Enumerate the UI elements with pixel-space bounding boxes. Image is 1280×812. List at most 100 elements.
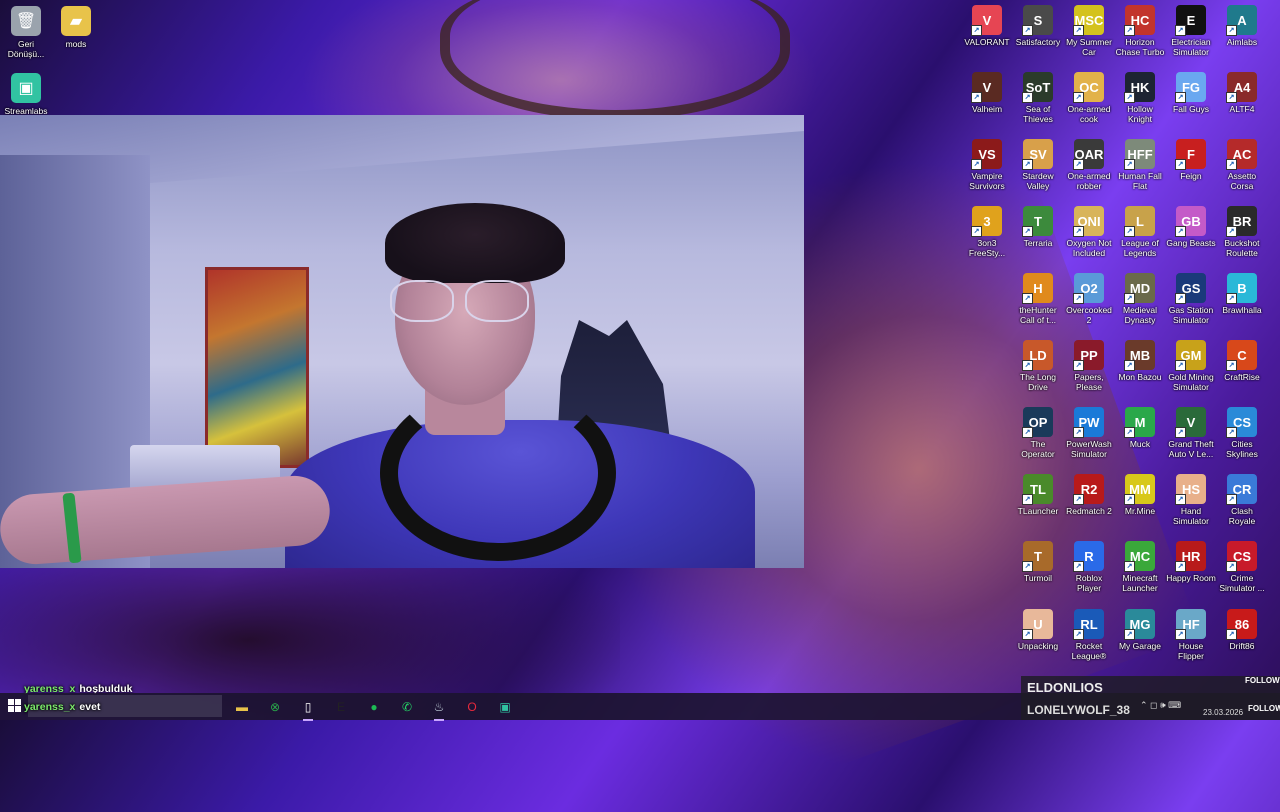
desktop-shortcut[interactable]: V ↗ VALORANT	[962, 5, 1012, 47]
desktop-shortcut-label: Gang Beasts	[1166, 238, 1216, 248]
redmatch-icon: R2 ↗	[1073, 474, 1104, 505]
desktop-shortcut[interactable]: GB ↗ Gang Beasts	[1166, 206, 1216, 248]
desktop-shortcut-label: Electrician Simulator	[1171, 37, 1211, 57]
shortcut-arrow-icon: ↗	[1124, 494, 1135, 505]
desktop-shortcut[interactable]: MC ↗ Minecraft Launcher	[1115, 541, 1165, 593]
desktop-shortcut-label: Cities Skylines	[1226, 439, 1258, 459]
desktop-shortcut[interactable]: CS ↗ Cities Skylines	[1217, 407, 1267, 459]
desktop-shortcut[interactable]: OC ↗ One-armed cook	[1064, 72, 1114, 124]
drift86-icon: 86 ↗	[1226, 609, 1257, 640]
desktop-shortcut[interactable]: V ↗ Valheim	[962, 72, 1012, 114]
desktop-shortcut[interactable]: GS ↗ Gas Station Simulator	[1166, 273, 1216, 325]
cities-skylines-icon: CS ↗	[1226, 407, 1257, 438]
desktop-shortcut-label: League of Legends	[1121, 238, 1159, 258]
streamlabs-taskbar-icon[interactable]: ▣	[494, 696, 516, 718]
system-tray[interactable]: ⌃ ◻ 🕪 ⌨	[1140, 700, 1181, 711]
desktop-shortcut[interactable]: OP ↗ The Operator	[1013, 407, 1063, 459]
desktop-shortcut[interactable]: HC ↗ Horizon Chase Turbo	[1115, 5, 1165, 57]
desktop-shortcut[interactable]: L ↗ League of Legends	[1115, 206, 1165, 258]
desktop-shortcut[interactable]: R2 ↗ Redmatch 2	[1064, 474, 1114, 516]
tlauncher-icon: TL ↗	[1022, 474, 1053, 505]
chat-message: yarenss_x evet	[24, 701, 100, 713]
xbox-icon[interactable]: ⊗	[264, 696, 286, 718]
spotify-icon[interactable]: ●	[363, 696, 385, 718]
steam-icon[interactable]: ♨	[428, 696, 450, 721]
desktop-shortcut[interactable]: LD ↗ The Long Drive	[1013, 340, 1063, 392]
desktop-shortcut[interactable]: MG ↗ My Garage	[1115, 609, 1165, 651]
desktop-shortcut[interactable]: SV ↗ Stardew Valley	[1013, 139, 1063, 191]
desktop-shortcut[interactable]: HR ↗ Happy Room	[1166, 541, 1216, 583]
opera-gx-icon[interactable]: O	[461, 696, 483, 718]
desktop-shortcut[interactable]: TL ↗ TLauncher	[1013, 474, 1063, 516]
shortcut-arrow-icon: ↗	[1022, 226, 1033, 237]
shortcut-arrow-icon: ↗	[1022, 561, 1033, 572]
desktop-shortcut[interactable]: CS ↗ Crime Simulator ...	[1217, 541, 1267, 593]
desktop-shortcut[interactable]: 3 ↗ 3on3 FreeSty...	[962, 206, 1012, 258]
desktop-shortcut[interactable]: V ↗ Grand Theft Auto V Le...	[1166, 407, 1216, 459]
desktop-shortcut[interactable]: MB ↗ Mon Bazou	[1115, 340, 1165, 382]
gta-v-icon: V ↗	[1175, 407, 1206, 438]
file-explorer-icon[interactable]: ▬	[231, 696, 253, 718]
desktop-shortcut[interactable]: E ↗ Electrician Simulator	[1166, 5, 1216, 57]
desktop-shortcut[interactable]: S ↗ Satisfactory	[1013, 5, 1063, 47]
shortcut-arrow-icon: ↗	[1022, 629, 1033, 640]
desktop-shortcut[interactable]: B ↗ Brawlhalla	[1217, 273, 1267, 315]
desktop-shortcut[interactable]: AC ↗ Assetto Corsa	[1217, 139, 1267, 191]
desktop-shortcut[interactable]: PP ↗ Papers, Please	[1064, 340, 1114, 392]
desktop-shortcut[interactable]: T ↗ Terraria	[1013, 206, 1063, 248]
desktop-shortcut[interactable]: MM ↗ Mr.Mine	[1115, 474, 1165, 516]
desktop-shortcut-label: Clash Royale	[1228, 506, 1256, 526]
desktop-shortcut-label: Mon Bazou	[1118, 372, 1162, 382]
desktop-shortcut[interactable]: C ↗ CraftRise	[1217, 340, 1267, 382]
desktop-shortcut[interactable]: PW ↗ PowerWash Simulator	[1064, 407, 1114, 459]
mon-bazou-icon: MB ↗	[1124, 340, 1155, 371]
desktop-icon-streamlabs[interactable]: ▣ Streamlabs	[0, 73, 52, 116]
shortcut-arrow-icon: ↗	[1226, 494, 1237, 505]
desktop-icon-mods[interactable]: ▰ mods	[50, 6, 102, 49]
desktop-shortcut-label: Horizon Chase Turbo	[1115, 37, 1165, 57]
vampire-survivors-icon: VS ↗	[971, 139, 1002, 170]
desktop-shortcut[interactable]: MD ↗ Medieval Dynasty	[1115, 273, 1165, 325]
desktop-shortcut[interactable]: HFF ↗ Human Fall Flat	[1115, 139, 1165, 191]
overcooked-icon: O2 ↗	[1073, 273, 1104, 304]
windows-start-icon[interactable]	[8, 699, 22, 713]
shortcut-arrow-icon: ↗	[1175, 226, 1186, 237]
desktop-shortcut[interactable]: T ↗ Turmoil	[1013, 541, 1063, 583]
desktop-shortcut[interactable]: ONI ↗ Oxygen Not Included	[1064, 206, 1114, 258]
epic-games-icon[interactable]: E	[330, 696, 352, 718]
desktop-shortcut[interactable]: H ↗ theHunter Call of t...	[1013, 273, 1063, 325]
desktop-shortcut[interactable]: SoT ↗ Sea of Thieves	[1013, 72, 1063, 124]
gas-station-icon: GS ↗	[1175, 273, 1206, 304]
whatsapp-icon[interactable]: ✆	[396, 696, 418, 718]
desktop-shortcut[interactable]: OAR ↗ One-armed robber	[1064, 139, 1114, 191]
desktop-shortcut[interactable]: HF ↗ House Flipper	[1166, 609, 1216, 661]
desktop-shortcut[interactable]: CR ↗ Clash Royale	[1217, 474, 1267, 526]
desktop-shortcut[interactable]: GM ↗ Gold Mining Simulator	[1166, 340, 1216, 392]
long-drive-icon: LD ↗	[1022, 340, 1053, 371]
desktop-shortcut[interactable]: A4 ↗ ALTF4	[1217, 72, 1267, 114]
desktop-shortcut[interactable]: R ↗ Roblox Player	[1064, 541, 1114, 593]
desktop-shortcut[interactable]: A ↗ Aimlabs	[1217, 5, 1267, 47]
desktop-shortcut[interactable]: O2 ↗ Overcooked 2	[1064, 273, 1114, 325]
webcam-poster	[205, 267, 309, 468]
shortcut-arrow-icon: ↗	[1226, 629, 1237, 640]
desktop-shortcut[interactable]: F ↗ Feign	[1166, 139, 1216, 181]
notepad-icon[interactable]: ▯	[297, 696, 319, 721]
papers-please-icon: PP ↗	[1073, 340, 1104, 371]
desktop-shortcut[interactable]: U ↗ Unpacking	[1013, 609, 1063, 651]
human-fall-flat-icon: HFF ↗	[1124, 139, 1155, 170]
shortcut-arrow-icon: ↗	[1073, 629, 1084, 640]
satisfactory-icon: S ↗	[1022, 5, 1053, 36]
desktop-shortcut[interactable]: VS ↗ Vampire Survivors	[962, 139, 1012, 191]
desktop-shortcut-label: theHunter Call of t...	[1019, 305, 1057, 325]
desktop-shortcut[interactable]: M ↗ Muck	[1115, 407, 1165, 449]
desktop-shortcut[interactable]: HK ↗ Hollow Knight	[1115, 72, 1165, 124]
desktop-shortcut[interactable]: 86 ↗ Drift86	[1217, 609, 1267, 651]
desktop-icon-recycle-bin[interactable]: 🗑 Geri Dönüşü...	[0, 6, 52, 59]
desktop-shortcut[interactable]: RL ↗ Rocket League®	[1064, 609, 1114, 661]
desktop-shortcut[interactable]: FG ↗ Fall Guys	[1166, 72, 1216, 114]
taskbar-date[interactable]: 23.03.2026	[1203, 708, 1243, 717]
desktop-shortcut[interactable]: HS ↗ Hand Simulator	[1166, 474, 1216, 526]
desktop-shortcut[interactable]: MSC ↗ My Summer Car	[1064, 5, 1114, 57]
desktop-shortcut[interactable]: BR ↗ Buckshot Roulette	[1217, 206, 1267, 258]
